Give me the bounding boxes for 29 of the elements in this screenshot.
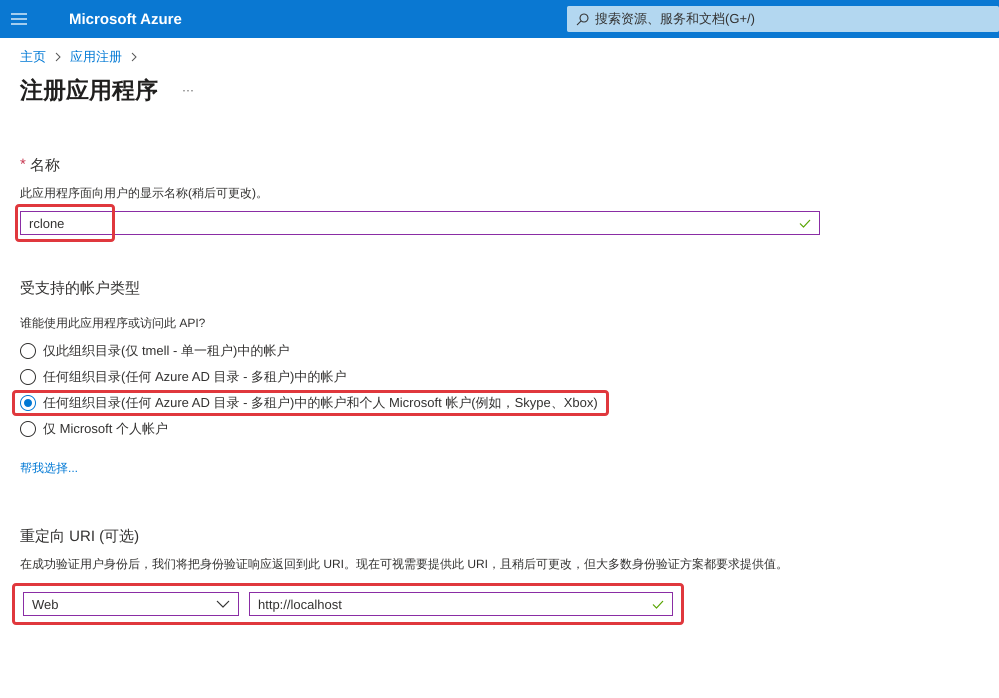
required-mark: * — [20, 156, 26, 175]
more-button[interactable]: ··· — [182, 83, 194, 97]
breadcrumb-link[interactable]: 应用注册 — [70, 48, 122, 66]
chevron-icon — [55, 52, 61, 62]
option-label[interactable]: 任何组织目录(任何 Azure AD 目录 - 多租户)中的帐户 — [43, 368, 346, 386]
radio-button[interactable] — [20, 395, 36, 411]
chevron-down-icon — [216, 600, 230, 608]
radio-button[interactable] — [20, 369, 36, 385]
question-text: 谁能使用此应用程序或访问此 API? — [20, 315, 206, 332]
search-field[interactable]: 搜索资源、服务和文档(G+/) — [567, 6, 999, 32]
name-field[interactable]: rclone — [20, 211, 820, 235]
platform-dropdown[interactable]: Web — [23, 592, 239, 616]
radio-button[interactable] — [20, 343, 36, 359]
radio-button[interactable] — [20, 421, 36, 437]
section-description: 在成功验证用户身份后，我们将把身份验证响应返回到此 URI。现在可视需要提供此 URI，且稍后可更改，但大多数身份验证方案都要求提供值。 — [20, 556, 789, 573]
option-label[interactable]: 仅此组织目录(仅 tmell - 单一租户)中的帐户 — [43, 342, 290, 360]
chevron-icon — [131, 52, 137, 62]
field-description: 此应用程序面向用户的显示名称(稍后可更改)。 — [20, 185, 269, 202]
menu-icon[interactable] — [11, 13, 27, 25]
page-title: 注册应用程序 — [20, 76, 158, 104]
brand-name[interactable]: Microsoft Azure — [69, 10, 182, 28]
section-heading: 受支持的帐户类型 — [20, 279, 141, 298]
search-icon — [576, 12, 589, 26]
section-heading: 重定向 URI (可选) — [20, 527, 140, 546]
uri-field[interactable]: http://localhost — [249, 592, 673, 616]
option-label[interactable]: 仅 Microsoft 个人帐户 — [43, 420, 168, 438]
help-link[interactable]: 帮我选择... — [20, 460, 78, 477]
breadcrumb-link[interactable]: 主页 — [20, 48, 46, 66]
field-label: 名称 — [30, 156, 60, 175]
